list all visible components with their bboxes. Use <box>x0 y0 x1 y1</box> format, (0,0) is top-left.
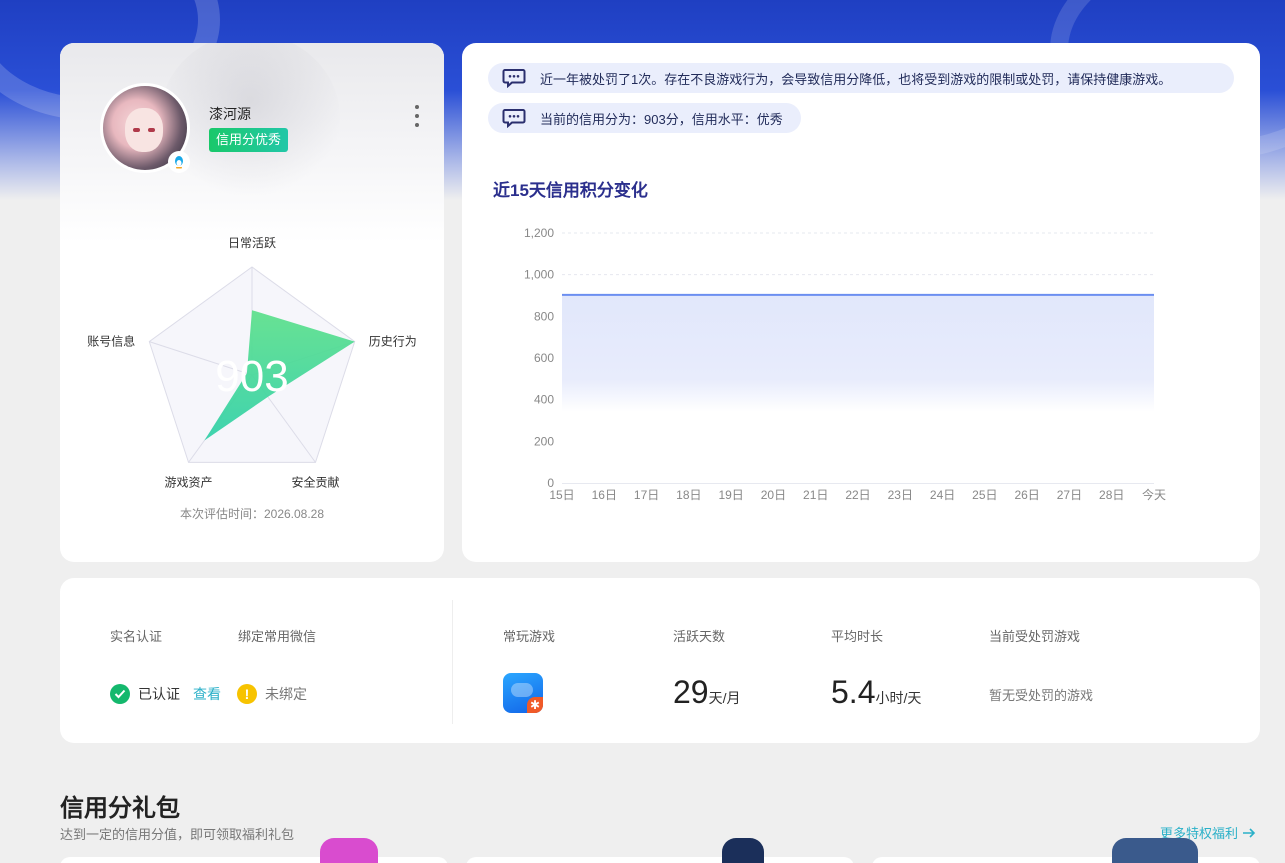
y-tick-label: 1,000 <box>524 268 554 282</box>
wechat-status: ! 未绑定 <box>237 684 307 704</box>
radar-chart: 日常活跃历史行为安全贡献 游戏资产 账号信息 903 <box>60 193 444 503</box>
gift-section-subtitle: 达到一定的信用分值，即可领取福利礼包 <box>60 827 295 842</box>
x-tick-label: 28日 <box>1099 488 1124 502</box>
avg-time-unit: 小时/天 <box>875 690 922 706</box>
more-options-icon[interactable] <box>410 105 424 127</box>
game-badge-icon: ✱ <box>527 697 543 713</box>
gift-character-art <box>320 838 378 863</box>
stats-divider <box>452 600 453 724</box>
gift-card[interactable] <box>60 857 448 863</box>
x-tick-label: 17日 <box>634 488 659 502</box>
qq-penguin-icon <box>168 151 190 173</box>
radar-axis-label: 游戏资产 <box>165 475 213 489</box>
y-tick-label: 200 <box>534 434 554 448</box>
avg-time: 5.4小时/天 <box>831 674 921 711</box>
x-tick-label: 18日 <box>676 488 701 502</box>
gift-character-art <box>722 838 764 863</box>
penalty-game-value: 暂无受处罚的游戏 <box>989 688 1094 703</box>
gift-section-title: 信用分礼包 <box>60 795 180 822</box>
evaluation-time: 本次评估时间：2026.08.28 <box>60 505 444 522</box>
unbound-text[interactable]: 未绑定 <box>265 684 307 704</box>
x-tick-label: 27日 <box>1057 488 1082 502</box>
avg-time-label: 平均时长 <box>831 629 884 644</box>
verified-text: 已认证 <box>138 686 180 702</box>
active-days-value: 29 <box>673 674 709 710</box>
penalty-notice-text: 近一年被处罚了1次。存在不良游戏行为，会导致信用分降低，也将受到游戏的限制或处罚… <box>540 71 1172 87</box>
credit-level-notice-text: 当前的信用分为：903分，信用水平：优秀 <box>540 111 783 127</box>
view-verification-link[interactable]: 查看 <box>193 684 221 704</box>
x-tick-label: 20日 <box>761 488 786 502</box>
warning-icon: ! <box>237 684 257 704</box>
avg-time-value: 5.4 <box>831 674 876 710</box>
x-tick-label: 21日 <box>803 488 828 502</box>
credit-score-number: 903 <box>215 352 288 401</box>
radar-svg: 日常活跃历史行为安全贡献 游戏资产 账号信息 903 <box>87 236 417 489</box>
gift-card[interactable] <box>872 857 1260 863</box>
y-tick-label: 1,200 <box>524 226 554 240</box>
x-tick-label: 15日 <box>549 488 574 502</box>
avatar-eye <box>148 128 155 132</box>
credit-level-badge: 信用分优秀 <box>209 128 289 152</box>
x-tick-label: 26日 <box>1014 488 1039 502</box>
wechat-label: 绑定常用微信 <box>238 629 317 644</box>
y-tick-label: 800 <box>534 309 554 323</box>
series-area <box>562 294 1154 483</box>
gamepad-icon <box>511 683 533 697</box>
check-icon <box>110 684 130 704</box>
radar-axis-label: 账号信息 <box>87 334 135 349</box>
chart-x-axis: 15日 16日 17日 18日 19日 20日 21日 22日 23日 24日 25日 26日 27日 2… <box>549 487 1166 502</box>
radar-axis-label: 历史行为 <box>369 335 417 349</box>
chart-area-layer <box>562 293 1154 483</box>
evaluation-time-label: 本次评估时间： <box>179 507 264 521</box>
gift-character-art <box>1112 838 1198 863</box>
realname-label: 实名认证 <box>110 629 163 644</box>
username: 漆河源 <box>209 106 251 122</box>
account-stats-card: 实名认证 绑定常用微信 已认证 查看 ! 未绑定 常玩游戏 活跃天数 平均时长 … <box>60 578 1260 743</box>
avatar-face <box>125 108 163 152</box>
penalty-game-label: 当前受处罚游戏 <box>989 629 1081 644</box>
message-icon <box>502 68 526 88</box>
arrow-right-icon <box>1242 827 1256 839</box>
chart-y-axis: 02004006008001,0001,200 <box>524 226 554 490</box>
fav-game-label: 常玩游戏 <box>503 629 556 644</box>
active-days-label: 活跃天数 <box>673 629 726 644</box>
credit-level-notice: 当前的信用分为：903分，信用水平：优秀 <box>488 103 801 133</box>
x-tick-label: 今天 <box>1142 487 1166 502</box>
x-tick-label: 19日 <box>718 488 743 502</box>
credit-area-chart: 02004006008001,0001,200 15日 16日 17日 18日 19日 2… <box>524 226 1166 502</box>
y-tick-label: 600 <box>534 351 554 365</box>
game-app-icon[interactable]: ✱ <box>503 673 543 713</box>
x-tick-label: 22日 <box>845 488 870 502</box>
avatar-eye <box>133 128 140 132</box>
active-days: 29天/月 <box>673 674 740 711</box>
x-tick-label: 23日 <box>888 488 913 502</box>
gift-card[interactable] <box>466 857 854 863</box>
evaluation-time-value: 2026.08.28 <box>263 507 325 521</box>
radar-axis-label: 日常活跃 <box>228 236 276 250</box>
chart-title: 近15天信用积分变化 <box>493 181 648 200</box>
x-tick-label: 16日 <box>592 488 617 502</box>
realname-status: 已认证 查看 <box>110 684 221 704</box>
y-tick-label: 400 <box>534 393 554 407</box>
x-tick-label: 24日 <box>930 488 955 502</box>
radar-axis-label: 安全贡献 <box>291 474 339 489</box>
message-icon <box>502 108 526 128</box>
x-tick-label: 25日 <box>972 488 997 502</box>
credit-chart-card: 近一年被处罚了1次。存在不良游戏行为，会导致信用分降低，也将受到游戏的限制或处罚… <box>462 43 1260 562</box>
penalty-notice: 近一年被处罚了1次。存在不良游戏行为，会导致信用分降低，也将受到游戏的限制或处罚… <box>488 63 1234 93</box>
profile-card: 漆河源 信用分优秀 日常活跃历史行为安全贡献 游戏资产 账号信息 903 本次评估时… <box>60 43 444 562</box>
active-days-unit: 天/月 <box>708 690 741 706</box>
